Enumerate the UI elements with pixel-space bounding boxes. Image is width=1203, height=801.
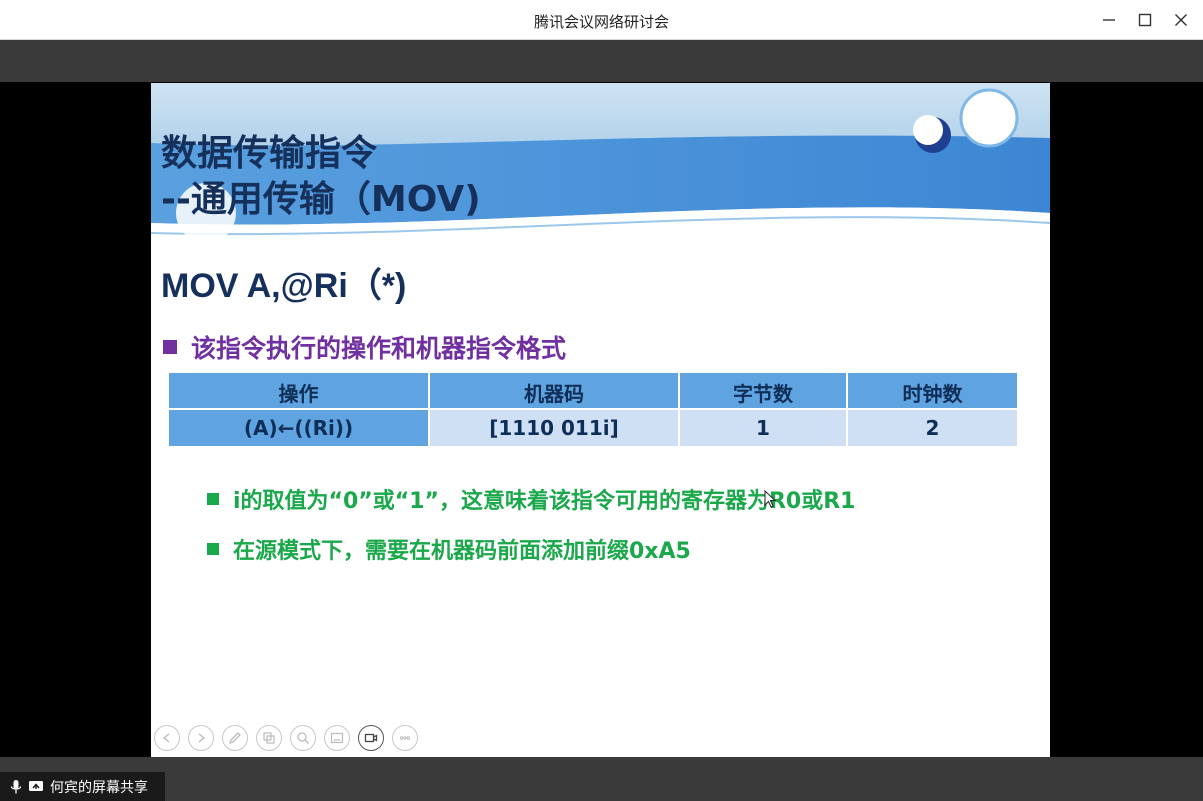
slide-title: 数据传输指令 --通用传输（MOV) <box>161 131 481 223</box>
zoom-button[interactable] <box>290 725 316 751</box>
cell-machine-code: [1110 011i] <box>430 408 680 446</box>
screen-share-label: 何宾的屏幕共享 <box>50 779 148 796</box>
slide-title-line1: 数据传输指令 <box>161 133 378 174</box>
square-bullet-icon <box>163 340 177 354</box>
section-heading-text: 该指令执行的操作和机器指令格式 <box>191 334 567 363</box>
square-bullet-icon <box>207 543 219 555</box>
maximize-button[interactable] <box>1131 6 1159 34</box>
col-header-operation: 操作 <box>169 373 430 408</box>
section-heading: 该指令执行的操作和机器指令格式 <box>163 329 566 365</box>
instruction-syntax: MOV A,@Ri（*) <box>161 267 407 305</box>
note-text: 在源模式下，需要在机器码前面添加前缀0xA5 <box>233 539 691 564</box>
col-header-bytes: 字节数 <box>680 373 848 408</box>
arrow-left-icon <box>162 733 170 743</box>
video-button[interactable] <box>358 725 384 751</box>
window-title: 腾讯会议网络研讨会 <box>533 13 669 31</box>
col-header-clocks: 时钟数 <box>848 373 1017 408</box>
instruction-format-table: 操作 机器码 字节数 时钟数 (A)←((Ri)) [1110 011i] 1 … <box>169 373 1017 446</box>
mouse-cursor-icon <box>764 490 776 508</box>
cell-operation: (A)←((Ri)) <box>169 408 430 446</box>
slide-title-line2: --通用传输（MOV) <box>161 179 481 220</box>
note-item: i的取值为“0”或“1”，这意味着该指令可用的寄存器为R0或R1 <box>207 483 856 515</box>
microphone-icon <box>8 779 24 795</box>
pen-icon <box>228 732 241 745</box>
next-slide-button[interactable] <box>188 725 214 751</box>
cell-clocks: 2 <box>848 408 1017 446</box>
pen-tool-button[interactable] <box>222 725 248 751</box>
magnifier-icon <box>297 732 309 744</box>
minimize-button[interactable] <box>1095 6 1123 34</box>
more-options-button[interactable] <box>392 725 418 751</box>
screen-share-badge[interactable]: 何宾的屏幕共享 <box>0 772 165 801</box>
table-row: (A)←((Ri)) [1110 011i] 1 2 <box>169 408 1017 446</box>
cell-bytes: 1 <box>680 408 848 446</box>
window-title-bar: 腾讯会议网络研讨会 <box>0 0 1203 40</box>
video-camera-icon <box>364 733 378 743</box>
arrow-right-icon <box>198 733 206 743</box>
note-item: 在源模式下，需要在机器码前面添加前缀0xA5 <box>207 533 691 565</box>
meeting-toolbar-strip <box>0 40 1203 82</box>
slides-overview-button[interactable] <box>256 725 282 751</box>
table-header-row: 操作 机器码 字节数 时钟数 <box>169 373 1017 408</box>
minimize-icon <box>1103 19 1115 21</box>
presentation-slide: 数据传输指令 --通用传输（MOV) MOV A,@Ri（*) 该指令执行的操作… <box>151 83 1050 757</box>
close-icon <box>1175 14 1187 26</box>
close-button[interactable] <box>1167 6 1195 34</box>
maximize-icon <box>1138 13 1152 27</box>
more-dots-icon <box>399 736 411 740</box>
slideshow-toolbar <box>154 725 418 751</box>
square-bullet-icon <box>207 493 219 505</box>
screen-share-icon <box>28 779 44 795</box>
note-text: i的取值为“0”或“1”，这意味着该指令可用的寄存器为R0或R1 <box>233 489 856 514</box>
caption-icon <box>330 732 344 744</box>
bottom-status-bar: 何宾的屏幕共享 <box>0 757 1203 801</box>
subtitle-button[interactable] <box>324 725 350 751</box>
col-header-machine-code: 机器码 <box>430 373 680 408</box>
previous-slide-button[interactable] <box>154 725 180 751</box>
slides-icon <box>263 732 275 744</box>
